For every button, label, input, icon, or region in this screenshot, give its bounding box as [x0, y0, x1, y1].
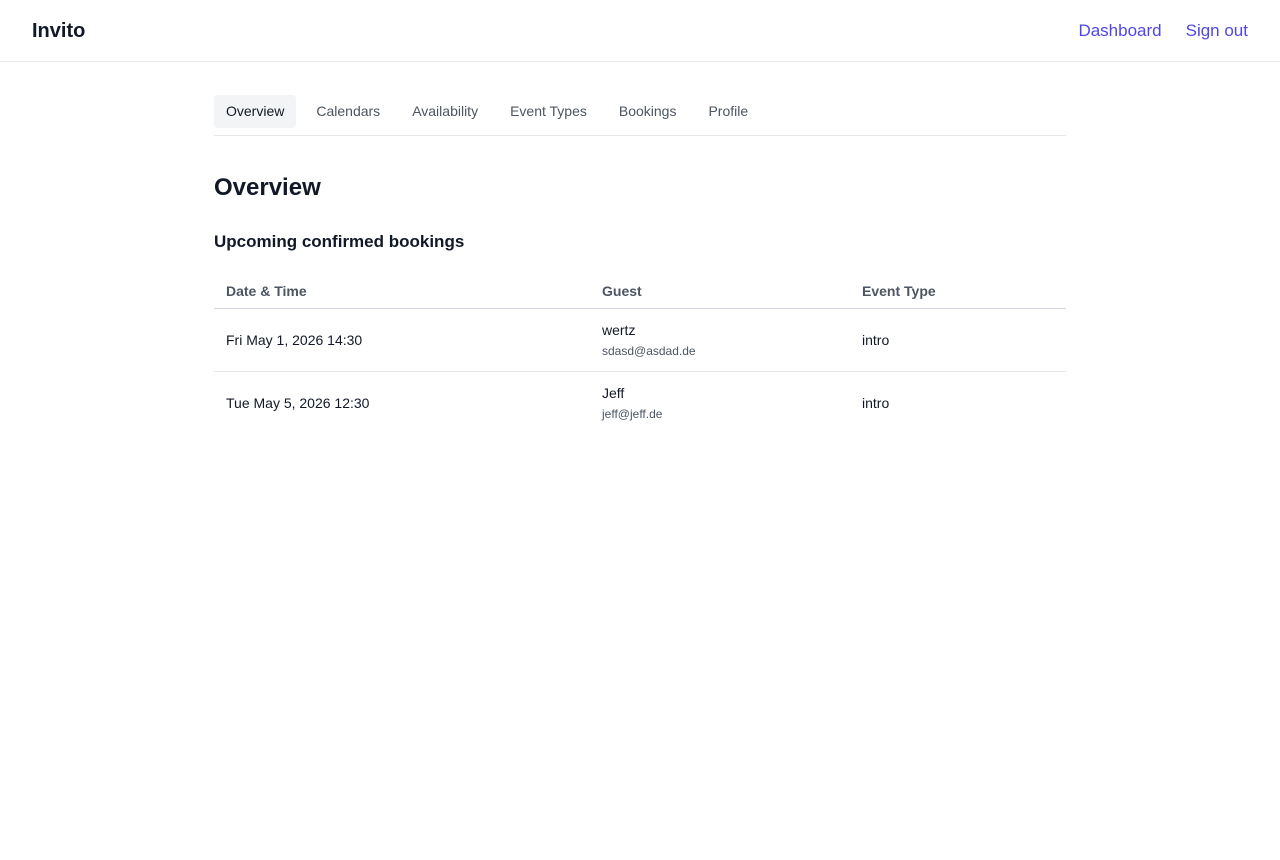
column-header-event-type: Event Type — [850, 273, 1066, 309]
table-row[interactable]: Fri May 1, 2026 14:30 wertz sdasd@asdad.… — [214, 308, 1066, 372]
top-nav: Dashboard Sign out — [1078, 20, 1248, 42]
tab-bookings[interactable]: Bookings — [607, 95, 689, 128]
main-content: Overview Calendars Availability Event Ty… — [214, 95, 1066, 421]
column-header-guest: Guest — [590, 273, 850, 309]
page-title: Overview — [214, 174, 321, 201]
bookings-table: Date & Time Guest Event Type Fri May 1, … — [214, 273, 1066, 434]
dashboard-link[interactable]: Dashboard — [1078, 20, 1161, 42]
brand-logo[interactable]: Invito — [32, 19, 85, 43]
table-row[interactable]: Tue May 5, 2026 12:30 Jeff jeff@jeff.de … — [214, 372, 1066, 435]
booking-event-type: intro — [850, 308, 1066, 372]
booking-date-time: Fri May 1, 2026 14:30 — [214, 308, 590, 372]
top-bar: Invito Dashboard Sign out — [0, 0, 1280, 62]
tab-overview[interactable]: Overview — [214, 95, 297, 128]
tab-calendars[interactable]: Calendars — [304, 95, 392, 128]
booking-guest: wertz sdasd@asdad.de — [590, 308, 850, 372]
column-header-date-time: Date & Time — [214, 273, 590, 309]
tab-availability[interactable]: Availability — [400, 95, 490, 128]
tab-bar: Overview Calendars Availability Event Ty… — [214, 95, 1066, 136]
tab-event-types[interactable]: Event Types — [498, 95, 599, 128]
booking-event-type: intro — [862, 395, 890, 411]
guest-email: sdasd@asdad.de — [602, 344, 696, 358]
booking-guest: Jeff jeff@jeff.de — [590, 372, 850, 435]
tab-profile[interactable]: Profile — [696, 95, 760, 128]
table-header-row: Date & Time Guest Event Type — [214, 273, 1066, 309]
guest-name: Jeff — [602, 385, 625, 401]
section-title: Upcoming confirmed bookings — [214, 232, 465, 251]
booking-date-time: Tue May 5, 2026 12:30 — [226, 395, 370, 411]
sign-out-link[interactable]: Sign out — [1186, 20, 1248, 42]
guest-name: wertz — [602, 322, 636, 338]
guest-email: jeff@jeff.de — [602, 407, 663, 421]
